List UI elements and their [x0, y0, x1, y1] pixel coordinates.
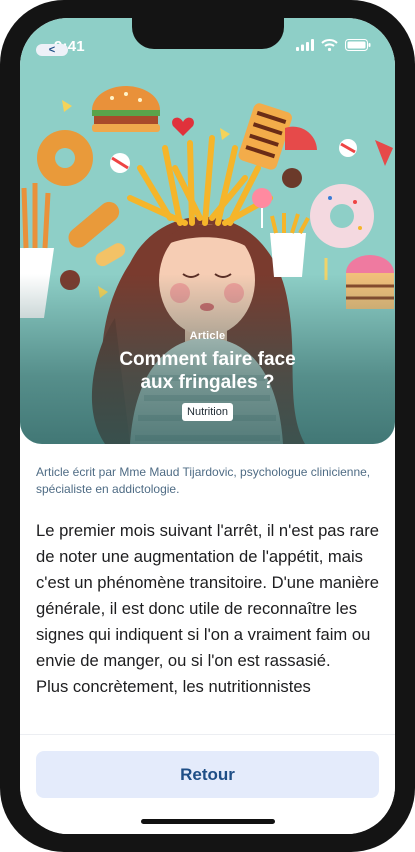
article-paragraph: Le premier mois suivant l'arrêt, il n'es…	[36, 521, 380, 670]
category-tag: Nutrition	[182, 403, 233, 421]
back-chevron-icon: <	[48, 44, 56, 56]
status-icons	[296, 39, 371, 51]
status-bar: 9:41	[20, 18, 395, 70]
wifi-icon	[321, 39, 338, 51]
article-title: Comment faire face aux fringales ?	[20, 348, 395, 394]
article-kicker: Article	[189, 330, 226, 342]
article-title-text: Comment faire face aux fringales ?	[119, 349, 296, 393]
retour-button[interactable]: Retour	[36, 751, 379, 798]
phone-frame: Article Comment faire face aux fringales…	[0, 0, 415, 852]
screen: Article Comment faire face aux fringales…	[20, 18, 395, 834]
back-button[interactable]: <	[36, 44, 68, 56]
hero-text: Article Comment faire face aux fringales…	[20, 330, 395, 421]
battery-icon	[345, 39, 371, 51]
article-body[interactable]: Le premier mois suivant l'arrêt, il n'es…	[36, 518, 381, 736]
article-author: Article écrit par Mme Maud Tijardovic, p…	[36, 465, 371, 496]
home-indicator[interactable]	[141, 819, 275, 824]
camera-notch	[132, 18, 284, 49]
article-hero: Article Comment faire face aux fringales…	[20, 18, 395, 444]
cellular-signal-icon	[296, 39, 314, 51]
article-paragraph: Plus concrètement, les nutritionnistes	[36, 677, 311, 696]
